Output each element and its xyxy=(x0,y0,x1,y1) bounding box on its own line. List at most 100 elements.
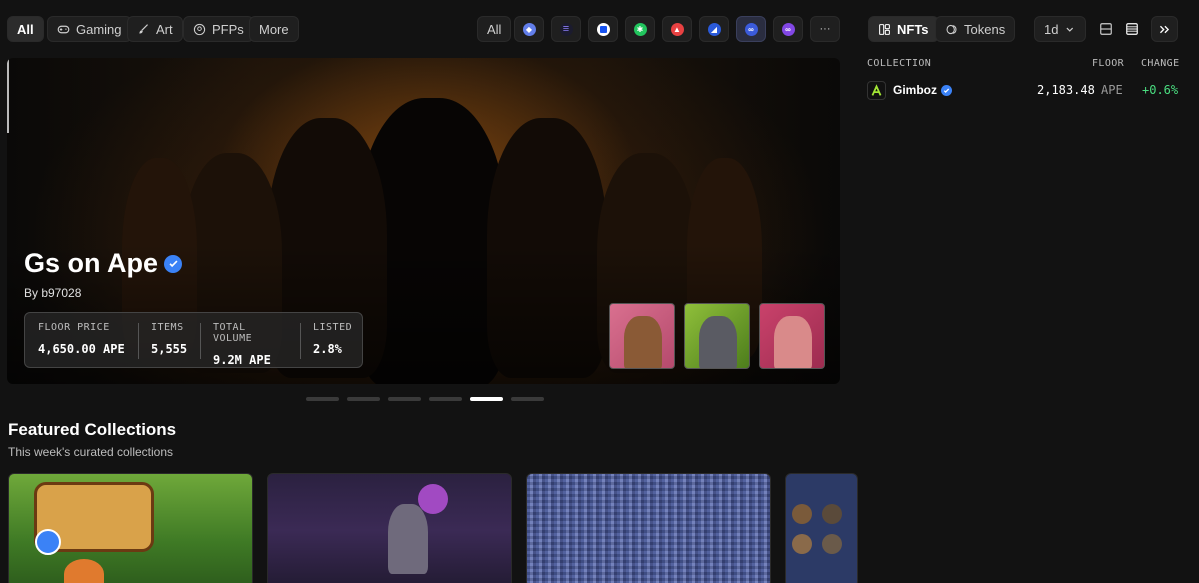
toggle-tokens[interactable]: Tokens xyxy=(935,16,1016,42)
hero-title[interactable]: Gs on Ape xyxy=(24,248,183,279)
featured-card[interactable] xyxy=(526,473,771,583)
collection-mascot-image xyxy=(64,559,104,583)
stat-label: ITEMS xyxy=(151,322,184,333)
category-tab-gaming[interactable]: Gaming xyxy=(47,16,132,42)
nft-thumbnail-image xyxy=(624,316,662,368)
avalanche-icon: ▲ xyxy=(670,22,684,36)
featured-card[interactable] xyxy=(785,473,858,583)
table-header-collection: COLLECTION xyxy=(867,58,932,69)
stat-total-volume: TOTAL VOLUME 9.2M APE xyxy=(200,313,300,367)
collection-avatar-icon xyxy=(867,80,886,100)
chain-filter-avalanche[interactable]: ▲ xyxy=(662,16,692,42)
chain-filter-blue[interactable]: ◢ xyxy=(699,16,729,42)
carousel-dot[interactable] xyxy=(347,397,380,401)
collapse-panel-button[interactable] xyxy=(1151,16,1178,42)
featured-card[interactable] xyxy=(267,473,512,583)
chain-filter-solana[interactable]: ≡ xyxy=(551,16,581,42)
polygon-icon: ∞ xyxy=(781,22,795,36)
coins-icon xyxy=(946,24,957,34)
carousel-dot[interactable] xyxy=(511,397,544,401)
carousel-dot[interactable] xyxy=(429,397,462,401)
collection-name: Gimboz xyxy=(893,83,937,97)
timeframe-select[interactable]: 1d xyxy=(1034,16,1086,42)
nft-thumbnail-image xyxy=(699,316,737,368)
hero-thumbnail[interactable] xyxy=(684,303,750,369)
carousel-dot[interactable] xyxy=(470,397,503,401)
floor-unit: APE xyxy=(1101,83,1123,97)
category-tab-more[interactable]: More xyxy=(249,16,299,42)
timeframe-value: 1d xyxy=(1044,21,1059,37)
category-tab-label: Art xyxy=(156,21,173,37)
compact-view-button[interactable] xyxy=(1095,16,1117,42)
chain-filter-label: All xyxy=(487,21,502,37)
carousel-indicators xyxy=(306,397,544,401)
table-header-change[interactable]: CHANGE xyxy=(1141,58,1180,69)
gamepad-icon xyxy=(57,25,70,33)
category-tab-all[interactable]: All xyxy=(7,16,44,42)
hero-stats: FLOOR PRICE 4,650.00 APE ITEMS 5,555 TOT… xyxy=(24,312,363,368)
top-bar: All Gaming Art PFPs More All ◆ ≡ ✱ ▲ ◢ ∞… xyxy=(0,0,1199,58)
verified-badge-icon xyxy=(164,254,183,273)
collection-artwork-image xyxy=(388,504,428,574)
stat-value: 5,555 xyxy=(151,342,188,356)
stat-listed: LISTED 2.8% xyxy=(300,313,362,367)
chain-filter-green[interactable]: ✱ xyxy=(625,16,655,42)
chain-filter-polygon[interactable]: ∞ xyxy=(773,16,803,42)
hero-edge-marker xyxy=(7,58,9,133)
solana-icon: ≡ xyxy=(559,22,573,36)
collection-artwork-image xyxy=(792,534,812,554)
brush-icon xyxy=(139,23,148,34)
hero-title-text: Gs on Ape xyxy=(24,248,159,278)
face-icon xyxy=(193,23,206,35)
base-icon xyxy=(596,22,610,36)
apechain-icon: ∞ xyxy=(744,22,758,36)
hero-thumbnail[interactable] xyxy=(609,303,675,369)
grid-icon xyxy=(879,23,890,35)
category-tab-label: More xyxy=(259,21,289,37)
collection-artwork-image xyxy=(822,534,842,554)
featured-subtitle: This week's curated collections xyxy=(8,445,174,459)
stat-label: LISTED xyxy=(313,322,353,333)
chain-filter-base[interactable] xyxy=(588,16,618,42)
category-tab-pfps[interactable]: PFPs xyxy=(183,16,254,42)
nft-thumbnail-image xyxy=(774,316,812,368)
table-header-floor[interactable]: FLOOR xyxy=(1092,58,1124,69)
list-compact-icon xyxy=(1100,23,1112,35)
ethereum-icon: ◆ xyxy=(522,22,536,36)
toggle-tokens-label: Tokens xyxy=(964,21,1006,37)
chain-blue-icon: ◢ xyxy=(707,22,721,36)
category-tab-label: Gaming xyxy=(76,21,122,37)
stat-label: FLOOR PRICE xyxy=(38,322,110,333)
collection-artwork-image xyxy=(792,504,812,524)
hero-banner[interactable]: Gs on Ape By b97028 FLOOR PRICE 4,650.00… xyxy=(7,58,840,384)
featured-title: Featured Collections xyxy=(8,420,177,439)
category-tab-label: All xyxy=(17,21,34,37)
collection-artwork-image xyxy=(822,504,842,524)
toggle-nfts-label: NFTs xyxy=(897,21,929,37)
collection-artwork-image xyxy=(527,474,770,583)
list-view-button[interactable] xyxy=(1121,16,1143,42)
stat-value: 2.8% xyxy=(313,342,342,356)
more-icon: ··· xyxy=(819,23,831,35)
toggle-nfts[interactable]: NFTs xyxy=(868,16,939,42)
hero-creator[interactable]: By b97028 xyxy=(24,286,81,300)
stat-value: 9.2M APE xyxy=(213,353,271,367)
chevron-down-icon xyxy=(1066,27,1074,32)
stat-floor-price: FLOOR PRICE 4,650.00 APE xyxy=(25,313,138,367)
hero-thumbnail[interactable] xyxy=(759,303,825,369)
stat-items: ITEMS 5,555 xyxy=(138,313,200,367)
stat-value: 4,650.00 APE xyxy=(38,342,125,356)
featured-card[interactable] xyxy=(8,473,253,583)
chain-green-icon: ✱ xyxy=(633,22,647,36)
list-icon xyxy=(1126,23,1138,35)
carousel-dot[interactable] xyxy=(306,397,339,401)
carousel-dot[interactable] xyxy=(388,397,421,401)
chain-filter-apechain[interactable]: ∞ xyxy=(736,16,766,42)
double-chevron-right-icon xyxy=(1159,25,1170,33)
category-tab-art[interactable]: Art xyxy=(127,16,183,42)
chain-filter-all[interactable]: All xyxy=(477,16,512,42)
chain-filter-more[interactable]: ··· xyxy=(810,16,840,42)
chain-filter-ethereum[interactable]: ◆ xyxy=(514,16,544,42)
verified-badge-icon xyxy=(941,84,952,96)
table-row[interactable]: Gimboz 2,183.48 APE +0.6% xyxy=(867,80,1179,100)
